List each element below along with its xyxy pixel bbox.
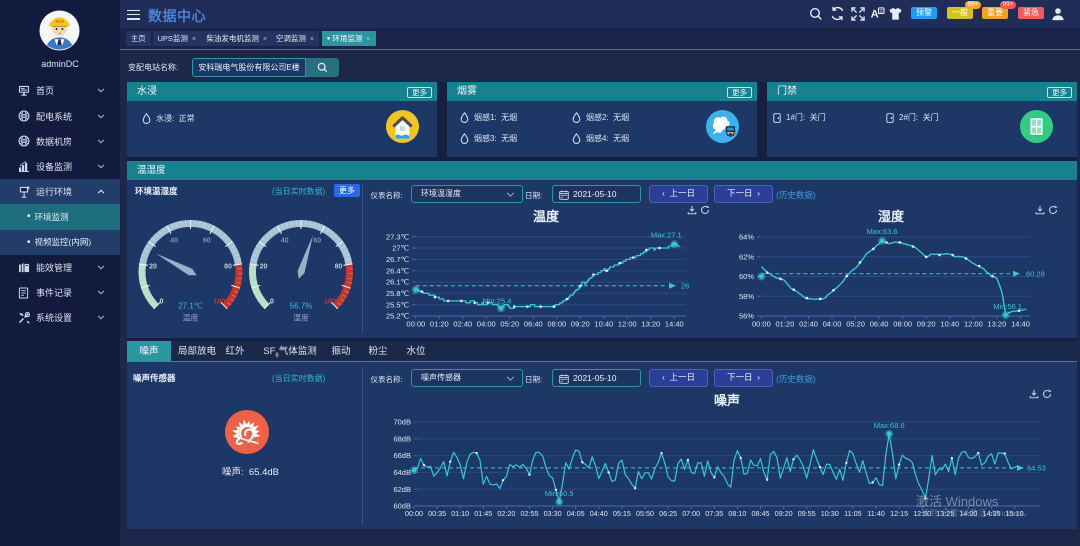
svg-text:06:40: 06:40 (524, 320, 543, 329)
svg-text:06:25: 06:25 (659, 509, 677, 518)
svg-text:10:30: 10:30 (821, 509, 839, 518)
svg-text:湿度: 湿度 (293, 313, 309, 323)
svg-text:02:40: 02:40 (453, 320, 472, 329)
svg-text:01:20: 01:20 (776, 320, 795, 329)
svg-text:0: 0 (270, 299, 274, 306)
svg-text:Max:27.1: Max:27.1 (651, 230, 682, 239)
svg-text:04:05: 04:05 (567, 509, 585, 518)
svg-text:40: 40 (170, 237, 178, 244)
svg-text:02:40: 02:40 (799, 320, 818, 329)
svg-text:02:55: 02:55 (521, 509, 539, 518)
svg-text:60%: 60% (739, 272, 754, 281)
svg-text:70dB: 70dB (393, 418, 411, 427)
svg-text:58%: 58% (739, 292, 754, 301)
svg-text:62dB: 62dB (393, 485, 411, 494)
svg-text:05:15: 05:15 (613, 509, 631, 518)
svg-text:27℃: 27℃ (392, 244, 409, 253)
svg-text:Max:68.6: Max:68.6 (874, 421, 905, 430)
svg-text:12:15: 12:15 (890, 509, 908, 518)
svg-text:26.1℃: 26.1℃ (386, 278, 410, 287)
svg-text:66dB: 66dB (393, 451, 411, 460)
svg-text:40: 40 (281, 237, 289, 244)
svg-text:A: A (871, 8, 879, 20)
svg-text:60: 60 (313, 237, 321, 244)
svg-text:09:20: 09:20 (917, 320, 936, 329)
svg-text:01:10: 01:10 (451, 509, 469, 518)
svg-text:26.4℃: 26.4℃ (386, 266, 410, 275)
svg-text:噪声: 噪声 (714, 393, 740, 408)
svg-text:62%: 62% (739, 252, 754, 261)
svg-text:68dB: 68dB (393, 434, 411, 443)
svg-text:Min:56.1: Min:56.1 (993, 302, 1022, 311)
svg-text:25.8℃: 25.8℃ (386, 289, 410, 298)
svg-text:09:20: 09:20 (571, 320, 590, 329)
svg-text:64%: 64% (739, 233, 754, 242)
svg-text:27.3℃: 27.3℃ (386, 232, 410, 241)
svg-text:12:00: 12:00 (618, 320, 637, 329)
svg-text:06:40: 06:40 (870, 320, 889, 329)
svg-text:26.7℃: 26.7℃ (386, 255, 410, 264)
svg-text:温度: 温度 (183, 313, 199, 323)
svg-text:09:55: 09:55 (798, 509, 816, 518)
svg-text:0: 0 (160, 299, 164, 306)
svg-text:湿度: 湿度 (878, 209, 905, 224)
svg-text:01:45: 01:45 (474, 509, 492, 518)
svg-text:60.28: 60.28 (1026, 270, 1045, 279)
svg-text:80: 80 (335, 264, 343, 271)
svg-text:01:20: 01:20 (430, 320, 449, 329)
svg-text:08:45: 08:45 (752, 509, 770, 518)
svg-text:00:00: 00:00 (752, 320, 771, 329)
svg-text:100: 100 (214, 299, 226, 306)
svg-text:09:20: 09:20 (775, 509, 793, 518)
svg-text:64.53: 64.53 (1027, 464, 1046, 473)
svg-text:13:20: 13:20 (641, 320, 660, 329)
svg-text:64dB: 64dB (393, 468, 411, 477)
svg-text:04:00: 04:00 (823, 320, 842, 329)
svg-text:08:10: 08:10 (728, 509, 746, 518)
svg-text:04:40: 04:40 (590, 509, 608, 518)
svg-text:05:20: 05:20 (846, 320, 865, 329)
svg-text:04:00: 04:00 (477, 320, 496, 329)
svg-text:27.1℃: 27.1℃ (178, 302, 203, 311)
svg-text:26: 26 (681, 282, 689, 291)
svg-text:10:40: 10:40 (940, 320, 959, 329)
svg-text:02:20: 02:20 (497, 509, 515, 518)
svg-text:07:00: 07:00 (682, 509, 700, 518)
svg-text:00:35: 00:35 (428, 509, 446, 518)
svg-text:Min:25.4: Min:25.4 (483, 296, 512, 305)
svg-text:05:50: 05:50 (636, 509, 654, 518)
svg-text:80: 80 (224, 264, 232, 271)
svg-text:56.7%: 56.7% (290, 302, 313, 311)
svg-text:温度: 温度 (533, 209, 560, 224)
svg-text:10:40: 10:40 (594, 320, 613, 329)
svg-text:20: 20 (260, 264, 268, 271)
svg-text:00:00: 00:00 (406, 320, 425, 329)
svg-text:00:00: 00:00 (405, 509, 423, 518)
svg-text:Acrel: Acrel (55, 20, 63, 24)
svg-text:60: 60 (203, 237, 211, 244)
svg-text:20: 20 (149, 264, 157, 271)
svg-text:Min:60.5: Min:60.5 (545, 489, 574, 498)
svg-text:07:35: 07:35 (705, 509, 723, 518)
svg-text:文: 文 (879, 7, 884, 14)
svg-text:03:30: 03:30 (544, 509, 562, 518)
svg-text:Max:63.6: Max:63.6 (867, 227, 898, 236)
svg-text:08:00: 08:00 (893, 320, 912, 329)
svg-text:14:40: 14:40 (1011, 320, 1030, 329)
svg-text:13:20: 13:20 (988, 320, 1007, 329)
svg-text:14:40: 14:40 (665, 320, 684, 329)
svg-text:11:05: 11:05 (844, 509, 861, 518)
svg-text:12:00: 12:00 (964, 320, 983, 329)
svg-text:08:00: 08:00 (547, 320, 566, 329)
svg-text:25.5℃: 25.5℃ (386, 300, 410, 309)
svg-text:05:20: 05:20 (500, 320, 519, 329)
svg-text:11:40: 11:40 (867, 509, 884, 518)
svg-text:100: 100 (324, 299, 336, 306)
